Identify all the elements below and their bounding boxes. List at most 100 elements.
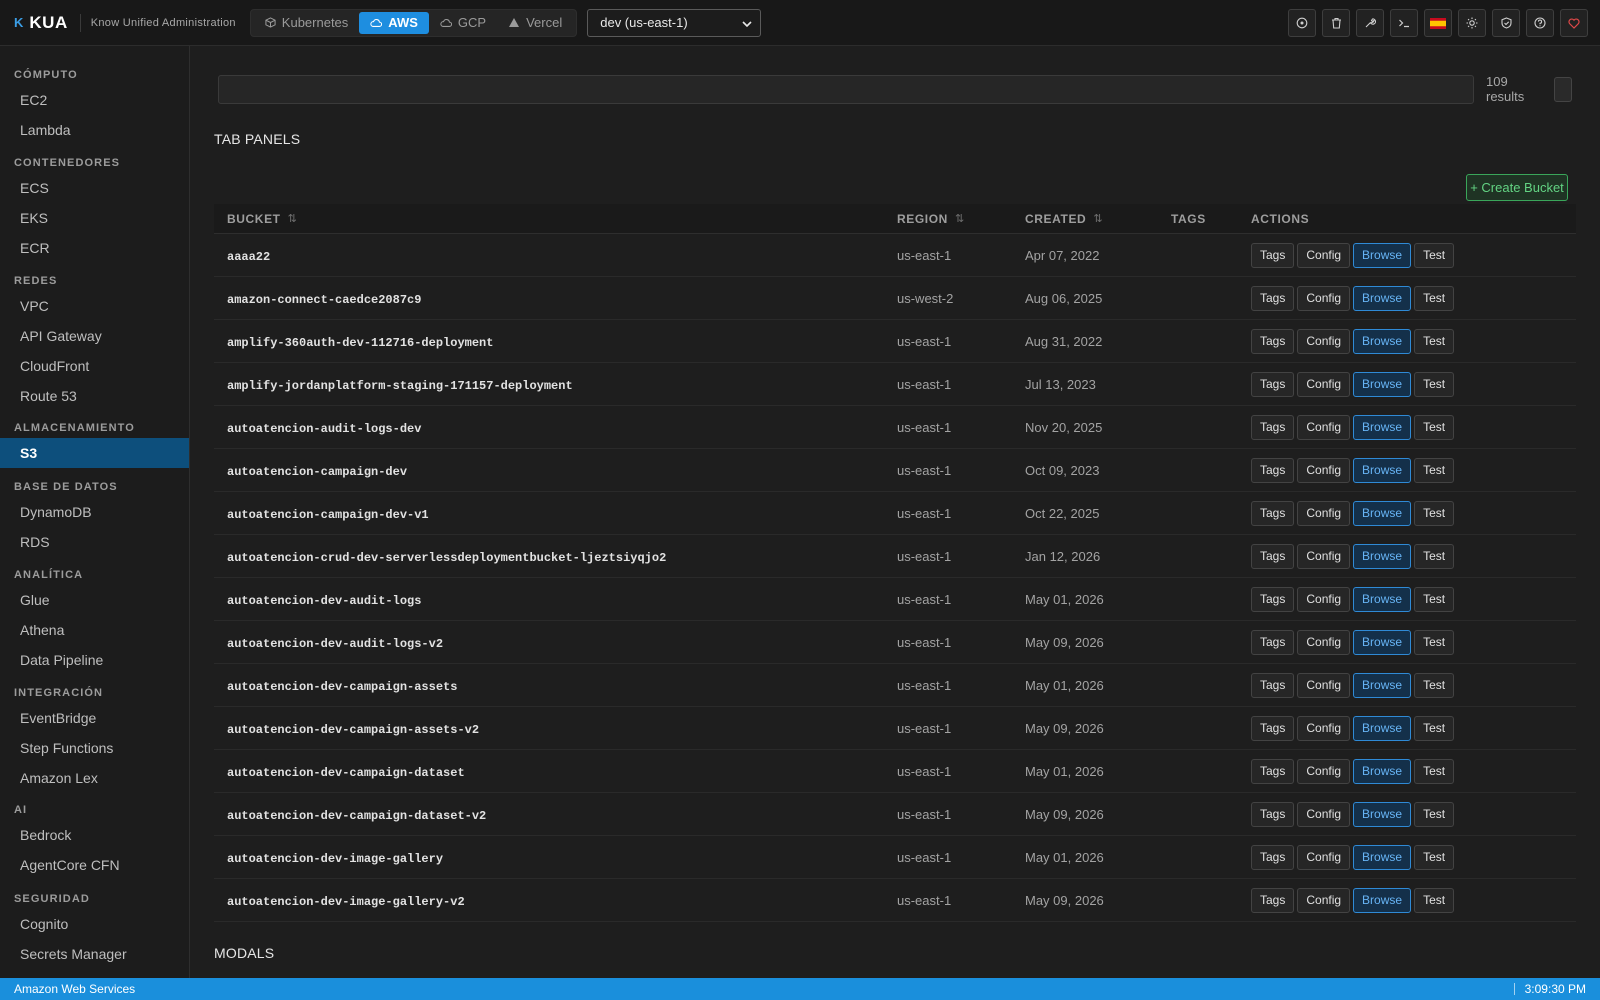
browse-button[interactable]: Browse: [1353, 285, 1412, 311]
spain-flag-icon[interactable]: [1424, 9, 1452, 37]
table-row[interactable]: autoatencion-dev-audit-logs-v2 us-east-1 M…: [214, 621, 1576, 664]
test-button[interactable]: Test: [1414, 887, 1455, 913]
test-button[interactable]: Test: [1414, 758, 1455, 784]
help-icon[interactable]: [1526, 9, 1554, 37]
test-button[interactable]: Test: [1414, 242, 1455, 268]
test-button[interactable]: Test: [1414, 586, 1455, 612]
tags-button[interactable]: Tags: [1251, 672, 1295, 698]
config-button[interactable]: Config: [1297, 844, 1351, 870]
tags-button[interactable]: Tags: [1251, 801, 1295, 827]
sidebar-item-data-pipeline[interactable]: Data Pipeline: [0, 645, 189, 675]
browse-button[interactable]: Browse: [1353, 629, 1412, 655]
table-row[interactable]: autoatencion-dev-campaign-dataset us-east…: [214, 750, 1576, 793]
sidebar-item-agentcore-cfn[interactable]: AgentCore CFN: [0, 850, 189, 880]
tags-button[interactable]: Tags: [1251, 328, 1295, 354]
table-row[interactable]: autoatencion-dev-audit-logs us-east-1 May …: [214, 578, 1576, 621]
tags-button[interactable]: Tags: [1251, 414, 1295, 440]
test-button[interactable]: Test: [1414, 414, 1455, 440]
sidebar-item-step-functions[interactable]: Step Functions: [0, 733, 189, 763]
sidebar-item-amazon-lex[interactable]: Amazon Lex: [0, 763, 189, 793]
test-button[interactable]: Test: [1414, 543, 1455, 569]
terminal-icon[interactable]: [1390, 9, 1418, 37]
config-button[interactable]: Config: [1297, 629, 1351, 655]
column-header-created[interactable]: CREATED ⇅: [1025, 212, 1171, 226]
app-logo[interactable]: K KUA: [14, 13, 68, 33]
sidebar-item-eks[interactable]: EKS: [0, 203, 189, 233]
table-row[interactable]: autoatencion-campaign-dev us-east-1 Oct 09…: [214, 449, 1576, 492]
shield-icon[interactable]: [1492, 9, 1520, 37]
config-button[interactable]: Config: [1297, 801, 1351, 827]
sidebar-item-secrets-manager[interactable]: Secrets Manager: [0, 939, 189, 969]
test-button[interactable]: Test: [1414, 629, 1455, 655]
column-header-bucket[interactable]: BUCKET ⇅: [214, 212, 897, 226]
test-button[interactable]: Test: [1414, 371, 1455, 397]
browse-button[interactable]: Browse: [1353, 371, 1412, 397]
table-row[interactable]: autoatencion-dev-image-gallery us-east-1 M…: [214, 836, 1576, 879]
test-button[interactable]: Test: [1414, 672, 1455, 698]
config-button[interactable]: Config: [1297, 414, 1351, 440]
table-row[interactable]: amplify-360auth-dev-112716-deployment us-…: [214, 320, 1576, 363]
tags-button[interactable]: Tags: [1251, 586, 1295, 612]
column-header-region[interactable]: REGION ⇅: [897, 212, 1025, 226]
config-button[interactable]: Config: [1297, 500, 1351, 526]
test-button[interactable]: Test: [1414, 844, 1455, 870]
tags-button[interactable]: Tags: [1251, 457, 1295, 483]
config-button[interactable]: Config: [1297, 543, 1351, 569]
sidebar-item-route-53[interactable]: Route 53: [0, 381, 189, 411]
test-button[interactable]: Test: [1414, 500, 1455, 526]
tab-kubernetes[interactable]: Kubernetes: [254, 12, 360, 34]
config-button[interactable]: Config: [1297, 758, 1351, 784]
sidebar-item-glue[interactable]: Glue: [0, 585, 189, 615]
sidebar-item-eventbridge[interactable]: EventBridge: [0, 703, 189, 733]
browse-button[interactable]: Browse: [1353, 457, 1412, 483]
config-button[interactable]: Config: [1297, 328, 1351, 354]
tags-button[interactable]: Tags: [1251, 887, 1295, 913]
sidebar-item-cognito[interactable]: Cognito: [0, 909, 189, 939]
tab-aws[interactable]: AWS: [359, 11, 429, 34]
config-button[interactable]: Config: [1297, 242, 1351, 268]
sidebar-item-ec2[interactable]: EC2: [0, 85, 189, 115]
heart-icon[interactable]: [1560, 9, 1588, 37]
trash-icon[interactable]: [1322, 9, 1350, 37]
sidebar-item-s3[interactable]: S3: [0, 438, 189, 468]
table-row[interactable]: autoatencion-dev-campaign-assets us-east-…: [214, 664, 1576, 707]
table-row[interactable]: amplify-jordanplatform-staging-171157-de…: [214, 363, 1576, 406]
test-button[interactable]: Test: [1414, 328, 1455, 354]
sidebar-item-ecs[interactable]: ECS: [0, 173, 189, 203]
sidebar-item-vpc[interactable]: VPC: [0, 291, 189, 321]
config-button[interactable]: Config: [1297, 672, 1351, 698]
table-row[interactable]: autoatencion-audit-logs-dev us-east-1 Nov …: [214, 406, 1576, 449]
tags-button[interactable]: Tags: [1251, 543, 1295, 569]
browse-button[interactable]: Browse: [1353, 328, 1412, 354]
config-button[interactable]: Config: [1297, 887, 1351, 913]
browse-button[interactable]: Browse: [1353, 758, 1412, 784]
table-row[interactable]: amazon-connect-caedce2087c9 us-west-2 Aug …: [214, 277, 1576, 320]
table-row[interactable]: autoatencion-campaign-dev-v1 us-east-1 Oct…: [214, 492, 1576, 535]
browse-button[interactable]: Browse: [1353, 242, 1412, 268]
sidebar-item-dynamodb[interactable]: DynamoDB: [0, 497, 189, 527]
sidebar-item-cloudfront[interactable]: CloudFront: [0, 351, 189, 381]
table-row[interactable]: autoatencion-dev-campaign-assets-v2 us-ea…: [214, 707, 1576, 750]
test-button[interactable]: Test: [1414, 285, 1455, 311]
table-row[interactable]: aaaa22 us-east-1 Apr 07, 2022 Tags Config Bro…: [214, 234, 1576, 277]
sidebar-item-lambda[interactable]: Lambda: [0, 115, 189, 145]
tags-button[interactable]: Tags: [1251, 500, 1295, 526]
sidebar-item-bedrock[interactable]: Bedrock: [0, 820, 189, 850]
tags-button[interactable]: Tags: [1251, 242, 1295, 268]
test-button[interactable]: Test: [1414, 457, 1455, 483]
browse-button[interactable]: Browse: [1353, 672, 1412, 698]
browse-button[interactable]: Browse: [1353, 543, 1412, 569]
search-input[interactable]: [218, 75, 1474, 104]
test-button[interactable]: Test: [1414, 715, 1455, 741]
wrench-icon[interactable]: [1356, 9, 1384, 37]
test-button[interactable]: Test: [1414, 801, 1455, 827]
browse-button[interactable]: Browse: [1353, 844, 1412, 870]
browse-button[interactable]: Browse: [1353, 715, 1412, 741]
tags-button[interactable]: Tags: [1251, 629, 1295, 655]
tags-button[interactable]: Tags: [1251, 844, 1295, 870]
browse-button[interactable]: Browse: [1353, 414, 1412, 440]
browse-button[interactable]: Browse: [1353, 500, 1412, 526]
table-row[interactable]: autoatencion-dev-image-gallery-v2 us-east…: [214, 879, 1576, 922]
sidebar-item-rds[interactable]: RDS: [0, 527, 189, 557]
config-button[interactable]: Config: [1297, 586, 1351, 612]
